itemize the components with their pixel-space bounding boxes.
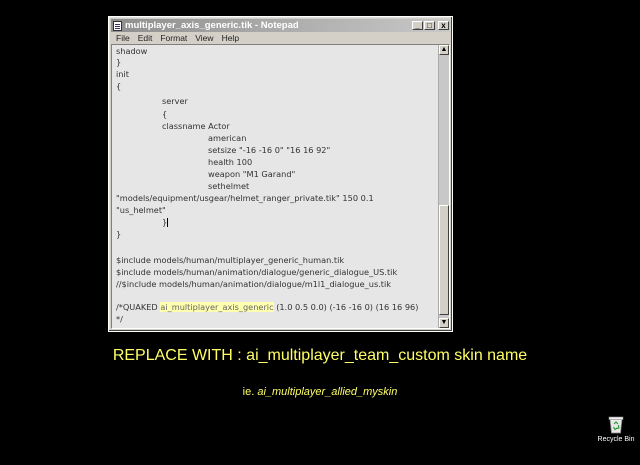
code-line: health 100: [208, 157, 253, 167]
code-line: }: [116, 57, 122, 67]
code-line: american: [208, 133, 247, 143]
text-cursor: [167, 218, 169, 227]
replace-instruction: REPLACE WITH : ai_multiplayer_team_custo…: [112, 347, 528, 364]
example-prefix: ie.: [242, 386, 258, 398]
scroll-up-button[interactable]: ▲: [439, 45, 449, 55]
code-text: /*QUAKED: [116, 302, 161, 312]
maximize-button[interactable]: □: [424, 21, 435, 30]
code-line: /*QUAKED ai_multiplayer_axis_generic (1.…: [116, 302, 418, 312]
menu-edit[interactable]: Edit: [138, 33, 153, 43]
menu-file[interactable]: File: [116, 33, 130, 43]
scroll-down-button[interactable]: ▼: [439, 318, 449, 328]
menu-view[interactable]: View: [195, 33, 213, 43]
menu-format[interactable]: Format: [160, 33, 187, 43]
vertical-scrollbar[interactable]: ▲ ▼: [438, 45, 449, 328]
code-line: }: [162, 217, 169, 227]
highlighted-text: ai_multiplayer_axis_generic: [160, 302, 274, 312]
window-title: multiplayer_axis_generic.tik - Notepad: [125, 20, 299, 31]
recycle-bin-icon[interactable]: [608, 416, 624, 434]
code-line: server: [162, 96, 188, 106]
close-button[interactable]: x: [438, 21, 449, 30]
code-line: */: [116, 314, 123, 324]
recycle-bin[interactable]: Recycle Bin: [596, 416, 636, 443]
code-line: }: [116, 229, 122, 239]
menu-help[interactable]: Help: [222, 33, 239, 43]
text-editor[interactable]: shadow } init { server { classname Actor…: [111, 44, 450, 329]
code-line: weapon "M1 Garand": [208, 169, 296, 179]
minimize-button[interactable]: _: [412, 21, 423, 30]
code-line: $include models/human/multiplayer_generi…: [116, 255, 345, 265]
code-line: $include models/human/animation/dialogue…: [116, 267, 398, 277]
code-line: sethelmet: [208, 181, 250, 191]
menu-bar: File Edit Format View Help: [111, 32, 450, 44]
example-text: ie. ai_multiplayer_allied_myskin: [0, 386, 640, 398]
example-name: ai_multiplayer_allied_myskin: [257, 386, 398, 398]
code-line: "us_helmet": [116, 205, 166, 215]
code-line: {: [162, 109, 168, 119]
recycle-bin-label: Recycle Bin: [597, 436, 635, 443]
title-bar[interactable]: multiplayer_axis_generic.tik - Notepad _…: [111, 19, 450, 32]
code-line: "models/equipment/usgear/helmet_ranger_p…: [116, 193, 374, 203]
code-line: {: [116, 81, 122, 91]
code-line: init: [116, 69, 129, 79]
code-line: shadow: [116, 46, 148, 56]
notepad-window: multiplayer_axis_generic.tik - Notepad _…: [108, 16, 453, 332]
code-line: //$include models/human/animation/dialog…: [116, 279, 392, 289]
scroll-thumb[interactable]: [439, 205, 449, 315]
code-line: classname Actor: [162, 121, 230, 131]
code-text: (1.0 0.5 0.0) (-16 -16 0) (16 16 96): [273, 302, 419, 312]
editor-text-area[interactable]: shadow } init { server { classname Actor…: [112, 45, 437, 328]
notepad-icon: [113, 20, 122, 31]
code-line: setsize "-16 -16 0" "16 16 92": [208, 145, 331, 155]
